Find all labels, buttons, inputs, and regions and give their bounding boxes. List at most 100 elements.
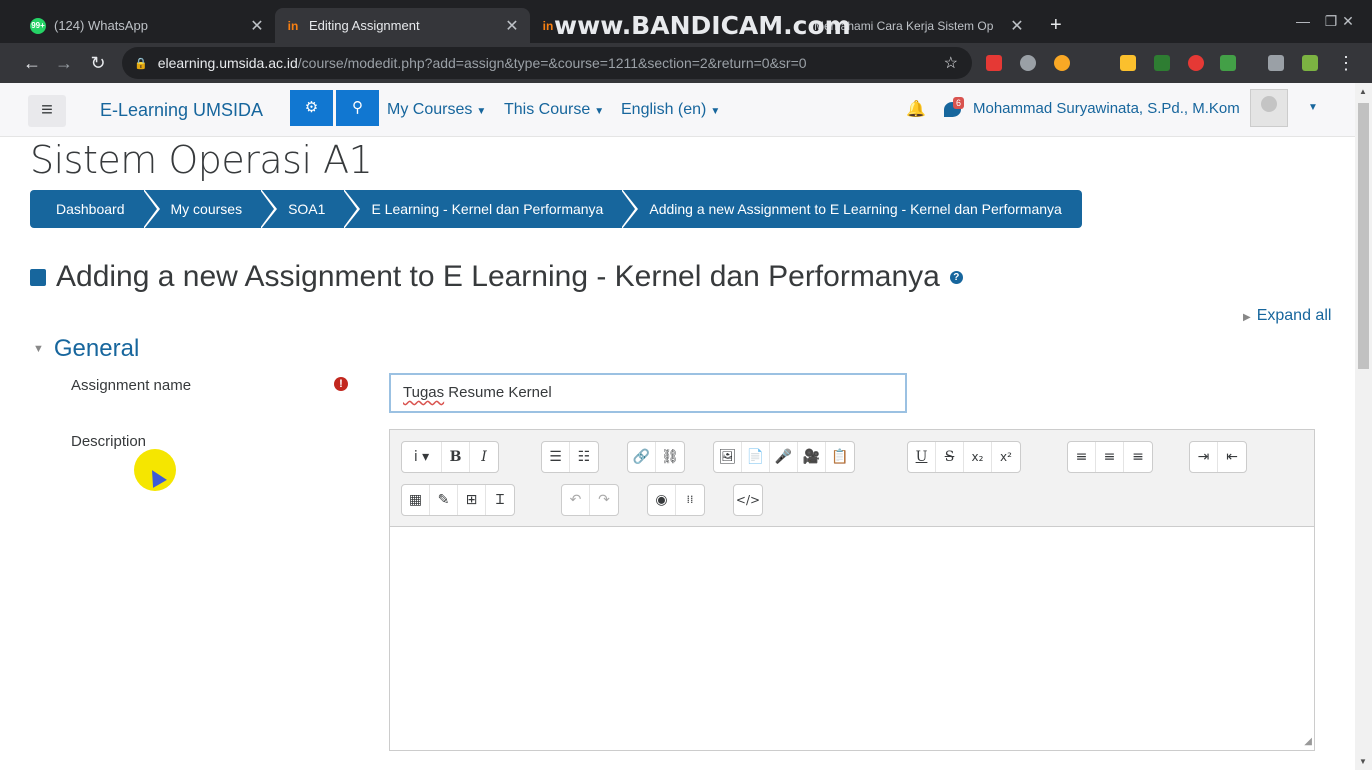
- messages-icon[interactable]: 6: [944, 97, 965, 119]
- extension-icon[interactable]: [1054, 55, 1070, 71]
- media-icon[interactable]: [1268, 55, 1284, 71]
- insert-media-button[interactable]: 📄: [742, 442, 770, 472]
- forward-icon[interactable]: →: [52, 51, 76, 75]
- special-chars-button[interactable]: ✎: [430, 485, 458, 515]
- mouse-cursor-highlight: [134, 449, 176, 491]
- italic-button[interactable]: I: [470, 442, 498, 472]
- site-brand-link[interactable]: E-Learning UMSIDA: [100, 100, 263, 121]
- indent-button[interactable]: ⇥: [1190, 442, 1218, 472]
- chrome-menu-icon[interactable]: ⋮: [1334, 51, 1358, 75]
- breadcrumb-item[interactable]: My courses: [142, 189, 278, 229]
- bandicam-watermark: www.BANDICAM.com: [554, 11, 851, 40]
- gear-icon[interactable]: ⚙: [290, 90, 333, 126]
- manage-files-button[interactable]: 📋: [826, 442, 854, 472]
- required-icon: !: [334, 377, 348, 391]
- screenreader-helper-button[interactable]: ⁞⁞: [676, 485, 704, 515]
- align-left-button[interactable]: ≡: [1068, 442, 1096, 472]
- tab-title: Editing Assignment: [309, 18, 420, 33]
- align-center-button[interactable]: ≡: [1096, 442, 1124, 472]
- editor-content-area[interactable]: ◢: [390, 527, 1314, 749]
- caret-right-icon: ▶: [1243, 312, 1251, 323]
- extension-icon[interactable]: [1302, 55, 1318, 71]
- moodle-icon: in: [287, 18, 299, 33]
- drawer-toggle-button[interactable]: ≡: [28, 95, 66, 127]
- record-video-button[interactable]: 🎥: [798, 442, 826, 472]
- superscript-button[interactable]: x²: [992, 442, 1020, 472]
- scroll-up-icon[interactable]: ▲: [1359, 87, 1367, 96]
- menu-language[interactable]: English (en) ▼: [621, 101, 720, 119]
- form-heading: Adding a new Assignment to E Learning - …: [30, 260, 963, 294]
- clear-formatting-button[interactable]: Ɪ: [486, 485, 514, 515]
- breadcrumb-item[interactable]: Dashboard: [30, 189, 160, 229]
- breadcrumb-item[interactable]: E Learning - Kernel dan Performanya: [343, 189, 639, 229]
- menu-this-course[interactable]: This Course ▼: [504, 101, 604, 119]
- undo-button[interactable]: ↶: [562, 485, 590, 515]
- section-general-toggle[interactable]: ▼ General: [33, 335, 139, 363]
- whatsapp-icon: 99+: [30, 17, 46, 34]
- html-source-button[interactable]: </>: [734, 485, 762, 515]
- ordered-list-button[interactable]: ☷: [570, 442, 598, 472]
- expand-all-link[interactable]: ▶ Expand all: [1243, 307, 1331, 325]
- help-icon[interactable]: ?: [949, 270, 963, 284]
- close-tab-icon[interactable]: ✕: [504, 16, 520, 36]
- insert-image-button[interactable]: 🖼: [714, 442, 742, 472]
- new-tab-button[interactable]: +: [1040, 8, 1076, 43]
- caret-down-icon: ▼: [594, 106, 605, 117]
- url-bar[interactable]: 🔒 elearning.umsida.ac.id /course/modedit…: [122, 47, 972, 79]
- scrollbar-thumb[interactable]: [1358, 103, 1369, 369]
- menu-my-courses[interactable]: My Courses ▼: [387, 101, 486, 119]
- link-button[interactable]: 🔗: [628, 442, 656, 472]
- user-name[interactable]: Mohammad Suryawinata, S.Pd., M.Kom: [973, 100, 1240, 117]
- extension-icon[interactable]: [1120, 55, 1136, 71]
- scroll-down-icon[interactable]: ▼: [1359, 757, 1367, 766]
- close-window-icon[interactable]: ✕: [1334, 8, 1362, 34]
- strikethrough-button[interactable]: S: [936, 442, 964, 472]
- back-icon[interactable]: ←: [20, 51, 44, 75]
- lock-icon: 🔒: [134, 57, 148, 70]
- bell-icon[interactable]: 🔔: [906, 99, 926, 119]
- breadcrumb: Dashboard My courses SOA1 E Learning - K…: [30, 189, 1082, 229]
- close-tab-icon[interactable]: ✕: [249, 16, 265, 36]
- caret-down-icon[interactable]: ▼: [1308, 102, 1318, 113]
- page-scrollbar[interactable]: ▲ ▼: [1355, 83, 1372, 770]
- redo-button[interactable]: ↷: [590, 485, 618, 515]
- reload-icon[interactable]: ↻: [86, 51, 110, 75]
- search-icon[interactable]: ⚲: [336, 90, 379, 126]
- unlink-button[interactable]: ⛓: [656, 442, 684, 472]
- breadcrumb-item-current: Adding a new Assignment to E Learning - …: [621, 190, 1082, 228]
- paragraph-style-button[interactable]: i ▾: [402, 442, 442, 472]
- table-button[interactable]: ⊞: [458, 485, 486, 515]
- caret-down-icon: ▼: [710, 106, 721, 117]
- close-tab-icon[interactable]: ✕: [1009, 16, 1025, 36]
- subscript-button[interactable]: x₂: [964, 442, 992, 472]
- underline-button[interactable]: U: [908, 442, 936, 472]
- extension-icon[interactable]: [986, 55, 1002, 71]
- extension-icon[interactable]: [1188, 55, 1204, 71]
- tab-whatsapp[interactable]: 99+ (124) WhatsApp ✕: [20, 8, 275, 43]
- equation-button[interactable]: ▦: [402, 485, 430, 515]
- align-right-button[interactable]: ≡: [1124, 442, 1152, 472]
- description-label: Description: [71, 433, 147, 450]
- url-path: /course/modedit.php?add=assign&type=&cou…: [297, 55, 807, 71]
- tab-title: (124) WhatsApp: [54, 18, 148, 33]
- resize-handle-icon[interactable]: ◢: [1304, 736, 1312, 747]
- browser-tab-strip: 99+ (124) WhatsApp ✕ in Editing Assignme…: [0, 0, 1372, 43]
- tab-editing-assignment[interactable]: in Editing Assignment ✕: [275, 8, 530, 43]
- assignment-name-input[interactable]: Tugas Resume Kernel: [389, 373, 907, 413]
- caret-down-icon: ▼: [33, 343, 44, 355]
- outdent-button[interactable]: ⇤: [1218, 442, 1246, 472]
- accessibility-checker-button[interactable]: ◉: [648, 485, 676, 515]
- extension-icon[interactable]: [1020, 55, 1036, 71]
- bold-button[interactable]: B: [442, 442, 470, 472]
- record-audio-button[interactable]: 🎤: [770, 442, 798, 472]
- editor-toolbar: i ▾ B I ☰ ☷ 🔗 ⛓ 🖼 📄 🎤 🎥 📋 U S x₂ x² ≡ ≡: [390, 430, 1314, 527]
- caret-down-icon: ▼: [476, 106, 487, 117]
- extension-icon[interactable]: [1154, 55, 1170, 71]
- bookmark-star-icon[interactable]: ☆: [944, 53, 958, 73]
- description-editor: i ▾ B I ☰ ☷ 🔗 ⛓ 🖼 📄 🎤 🎥 📋 U S x₂ x² ≡ ≡: [389, 429, 1315, 751]
- assignment-name-label: Assignment name: [71, 377, 192, 394]
- avatar[interactable]: [1250, 89, 1288, 127]
- unordered-list-button[interactable]: ☰: [542, 442, 570, 472]
- url-host: elearning.umsida.ac.id: [157, 55, 298, 71]
- extension-icon[interactable]: [1220, 55, 1236, 71]
